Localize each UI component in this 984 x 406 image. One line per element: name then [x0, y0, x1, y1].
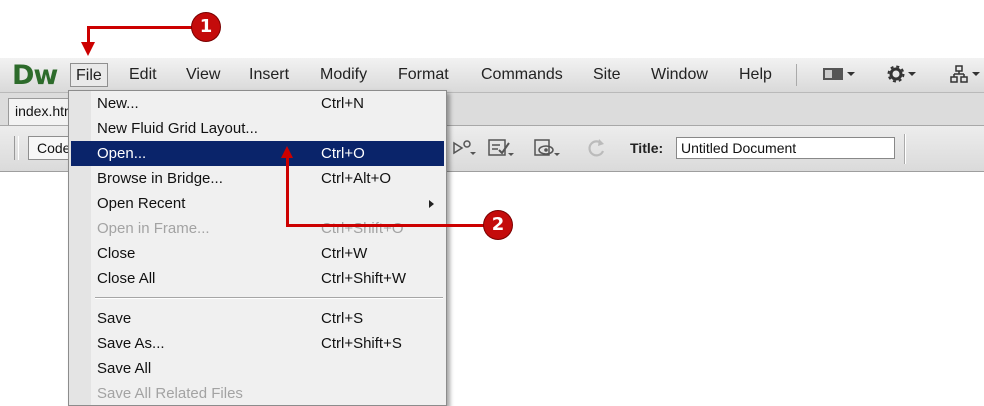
menu-item-label: Save All Related Files — [97, 385, 243, 402]
menu-item-shortcut: Ctrl+Shift+W — [321, 270, 407, 287]
title-label: Title: — [630, 140, 664, 156]
menu-item-label: Save All — [97, 360, 152, 377]
menu-edit[interactable]: Edit — [124, 58, 162, 92]
menu-item-open[interactable]: Open... Ctrl+O — [71, 141, 444, 166]
menu-item-label: New Fluid Grid Layout... — [97, 120, 258, 137]
menu-item-label: Save — [97, 310, 132, 327]
menu-item-save-all[interactable]: Save All — [71, 356, 444, 381]
menu-help[interactable]: Help — [734, 58, 777, 92]
menu-item-label: Open Recent — [97, 195, 186, 212]
menu-commands[interactable]: Commands — [476, 58, 568, 92]
gear-icon[interactable] — [886, 64, 920, 86]
menu-item-new[interactable]: New... Ctrl+N — [71, 91, 444, 116]
app-logo: Dw — [12, 60, 58, 91]
menu-item-save[interactable]: Save Ctrl+S — [71, 306, 444, 331]
menu-item-close[interactable]: Close Ctrl+W — [71, 241, 444, 266]
menu-item-open-recent[interactable]: Open Recent — [71, 191, 444, 216]
callout-badge-1: 1 — [192, 13, 220, 41]
menu-item-label: Close — [97, 245, 136, 262]
toolbar-separator — [904, 134, 906, 164]
menu-bar: Dw File Edit View Insert Modify Format C… — [0, 58, 984, 93]
menu-item-shortcut: Ctrl+Shift+S — [321, 335, 402, 352]
menu-item-shortcut: Ctrl+W — [321, 245, 368, 262]
menu-site[interactable]: Site — [588, 58, 626, 92]
menu-item-label: Close All — [97, 270, 156, 287]
refresh-icon[interactable] — [584, 135, 610, 161]
menu-item-shortcut: Ctrl+N — [321, 95, 364, 112]
menu-item-label: Open... — [97, 145, 147, 162]
menu-item-shortcut: Ctrl+Alt+O — [321, 170, 392, 187]
menu-item-close-all[interactable]: Close All Ctrl+Shift+W — [71, 266, 444, 291]
menu-item-browse-in-bridge[interactable]: Browse in Bridge... Ctrl+Alt+O — [71, 166, 444, 191]
menu-item-open-in-frame: Open in Frame... Ctrl+Shift+O — [71, 216, 444, 241]
callout-2-line — [286, 156, 289, 226]
title-input[interactable] — [676, 137, 895, 159]
menu-item-label: Open in Frame... — [97, 220, 210, 237]
menu-item-label: New... — [97, 95, 139, 112]
menu-format[interactable]: Format — [393, 58, 454, 92]
file-menu-dropdown: New... Ctrl+N New Fluid Grid Layout... O… — [68, 90, 447, 406]
callout-2-line — [286, 224, 486, 227]
menu-separator — [95, 297, 443, 299]
live-code-icon[interactable] — [450, 135, 476, 161]
menu-item-new-fluid-grid[interactable]: New Fluid Grid Layout... — [71, 116, 444, 141]
callout-1-arrowhead — [81, 42, 95, 56]
site-structure-icon[interactable] — [950, 64, 984, 86]
toolbar-grip — [14, 136, 19, 160]
menu-file[interactable]: File — [70, 63, 108, 87]
menu-view[interactable]: View — [181, 58, 225, 92]
callout-2-arrowhead — [281, 146, 293, 158]
menu-item-save-as[interactable]: Save As... Ctrl+Shift+S — [71, 331, 444, 356]
menu-item-save-all-related: Save All Related Files — [71, 381, 444, 406]
layout-icon[interactable] — [822, 64, 858, 86]
menubar-divider — [796, 64, 797, 86]
preview-icon[interactable] — [532, 135, 560, 161]
validate-icon[interactable] — [486, 135, 514, 161]
menu-item-label: Browse in Bridge... — [97, 170, 223, 187]
menu-insert[interactable]: Insert — [244, 58, 294, 92]
menu-window[interactable]: Window — [646, 58, 713, 92]
menu-item-shortcut: Ctrl+O — [321, 145, 365, 162]
menu-modify[interactable]: Modify — [315, 58, 372, 92]
submenu-arrow-icon — [429, 200, 434, 208]
callout-1-line — [87, 26, 193, 29]
menu-item-label: Save As... — [97, 335, 165, 352]
menu-item-shortcut: Ctrl+Shift+O — [321, 220, 404, 237]
menu-item-shortcut: Ctrl+S — [321, 310, 364, 327]
callout-badge-2: 2 — [484, 211, 512, 239]
